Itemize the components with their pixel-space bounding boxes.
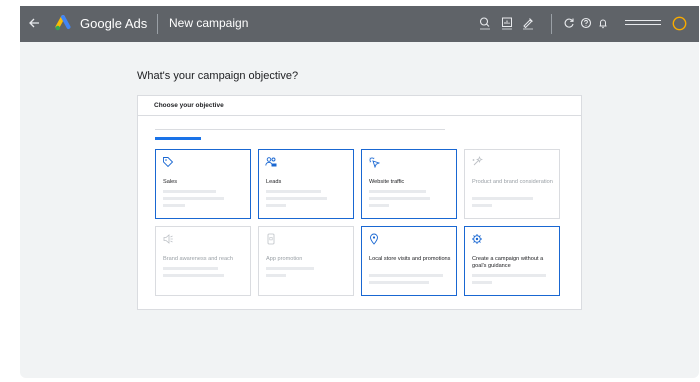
description-placeholder xyxy=(163,197,224,200)
objective-card-local-store-visits[interactable]: Local store visits and promotions xyxy=(361,226,457,296)
progress-bar xyxy=(155,137,201,140)
top-bar: Google Ads New campaign xyxy=(20,6,699,42)
description-placeholder xyxy=(163,190,216,193)
description-placeholder xyxy=(266,204,286,207)
objective-card-leads[interactable]: Leads xyxy=(258,149,354,219)
topbar-divider xyxy=(157,14,158,34)
objective-label: Create a campaign without a goal's guida… xyxy=(472,256,544,269)
refresh-icon[interactable] xyxy=(562,16,576,30)
app-window: Google Ads New campaign What's your camp… xyxy=(20,6,699,378)
description-placeholder xyxy=(472,197,533,200)
tag-icon xyxy=(163,157,174,168)
avatar[interactable] xyxy=(672,16,687,31)
description-placeholder xyxy=(266,267,314,270)
description-placeholder xyxy=(369,197,430,200)
account-name-placeholder xyxy=(625,20,661,21)
back-arrow-icon[interactable] xyxy=(26,15,42,31)
objective-card-brand-awareness: Brand awareness and reach xyxy=(155,226,251,296)
description-placeholder xyxy=(266,274,286,277)
objective-label: Sales xyxy=(163,179,177,185)
objective-card-product-brand-consideration: Product and brand consideration xyxy=(464,149,560,219)
objective-label: App promotion xyxy=(266,256,303,262)
main-content: What's your campaign objective? Choose y… xyxy=(20,42,699,378)
speaker-icon xyxy=(163,234,173,244)
gear-icon xyxy=(472,234,482,244)
phone-icon xyxy=(267,233,275,245)
description-placeholder xyxy=(266,197,327,200)
description-placeholder xyxy=(163,204,185,207)
panel-header: Choose your objective xyxy=(138,96,581,116)
brand-name: Google Ads xyxy=(80,16,148,31)
description-placeholder xyxy=(472,281,492,284)
account-id-placeholder xyxy=(625,24,661,25)
progress-track xyxy=(155,129,445,130)
description-placeholder xyxy=(163,274,224,277)
panel-title: Choose your objective xyxy=(154,102,224,109)
tools-icon[interactable] xyxy=(521,16,535,30)
objective-card-app-promotion: App promotion xyxy=(258,226,354,296)
description-placeholder xyxy=(369,204,389,207)
objective-card-sales[interactable]: Sales xyxy=(155,149,251,219)
people-icon xyxy=(265,157,277,167)
objective-card-website-traffic[interactable]: Website traffic xyxy=(361,149,457,219)
objective-question: What's your campaign objective? xyxy=(137,70,299,82)
cursor-click-icon xyxy=(369,157,380,168)
objective-card-no-goal-guidance[interactable]: Create a campaign without a goal's guida… xyxy=(464,226,560,296)
objective-panel: Choose your objective Sales Leads Websit… xyxy=(137,95,582,310)
help-icon[interactable] xyxy=(579,16,593,30)
objective-label: Website traffic xyxy=(369,179,405,185)
description-placeholder xyxy=(369,190,426,193)
description-placeholder xyxy=(163,267,218,270)
google-ads-logo-icon xyxy=(55,15,71,31)
description-placeholder xyxy=(369,274,443,277)
page-frame: Google Ads New campaign What's your camp… xyxy=(0,0,700,382)
location-pin-icon xyxy=(370,233,378,245)
reports-icon[interactable] xyxy=(500,16,514,30)
description-placeholder xyxy=(369,281,429,284)
notifications-icon[interactable] xyxy=(596,16,610,30)
page-title: New campaign xyxy=(169,16,249,30)
objective-label: Brand awareness and reach xyxy=(163,256,233,262)
description-placeholder xyxy=(472,274,546,277)
description-placeholder xyxy=(472,204,492,207)
objective-label: Local store visits and promotions xyxy=(369,256,451,262)
topbar-divider xyxy=(551,14,552,34)
objective-label: Product and brand consideration xyxy=(472,179,553,185)
sparkle-icon xyxy=(472,156,483,166)
search-icon[interactable] xyxy=(478,16,492,30)
objective-label: Leads xyxy=(266,179,282,185)
description-placeholder xyxy=(266,190,321,193)
